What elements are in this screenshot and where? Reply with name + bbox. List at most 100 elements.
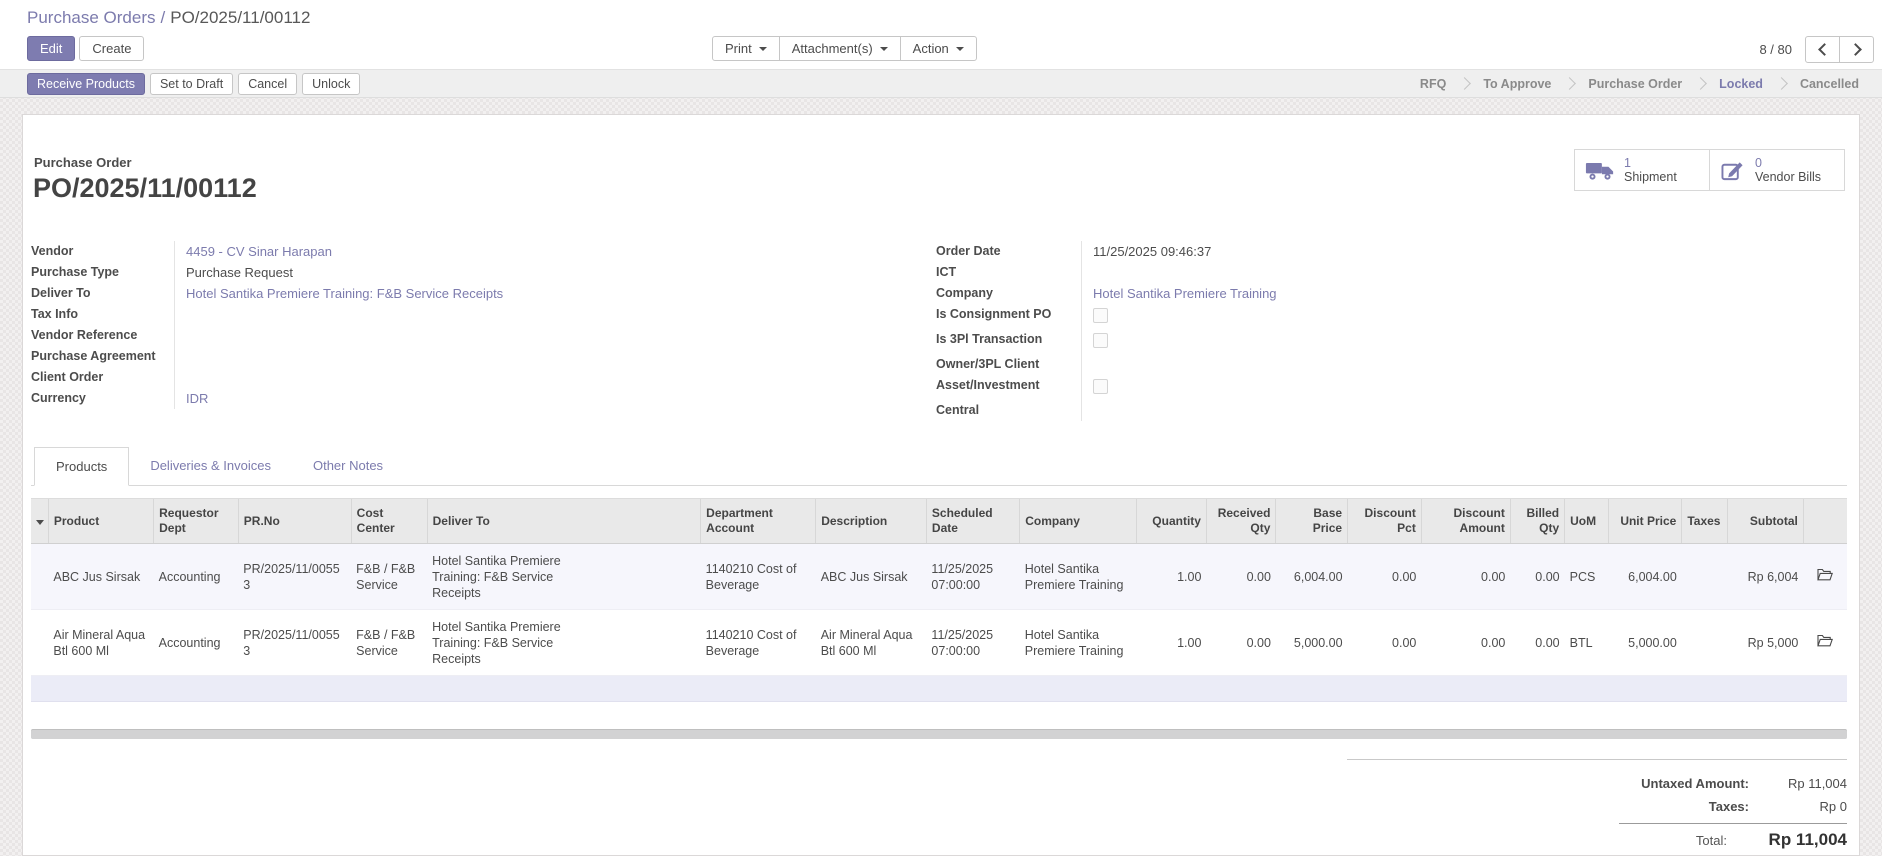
column-header-description[interactable]: Description [816, 499, 927, 544]
empty-row[interactable] [31, 676, 1847, 702]
field-purchase-type: Purchase TypePurchase Request [31, 262, 936, 283]
notebook-tabs: ProductsDeliveries & InvoicesOther Notes [31, 447, 1847, 486]
column-header-taxes[interactable]: Taxes [1682, 499, 1728, 544]
column-toggle-header[interactable] [31, 499, 48, 544]
column-header-subtotal[interactable]: Subtotal [1727, 499, 1803, 544]
vendor-bills-count: 0 [1755, 156, 1762, 170]
cell-base_price: 5,000.00 [1276, 610, 1348, 676]
column-header-scheduled_date[interactable]: Scheduled Date [926, 499, 1019, 544]
attachments-menu-button[interactable]: Attachment(s) [779, 36, 901, 61]
field-central: Central [936, 400, 1847, 421]
caret-down-icon [36, 520, 44, 525]
taxes-value: Rp 0 [1749, 799, 1847, 814]
order-lines-table: ProductRequestor DeptPR.NoCost CenterDel… [31, 498, 1847, 702]
column-header-company[interactable]: Company [1020, 499, 1137, 544]
cell-company: Hotel Santika Premiere Training [1020, 610, 1137, 676]
cell-discount_amount: 0.00 [1421, 544, 1510, 610]
field-deliver-to-label: Deliver To [31, 283, 174, 304]
cell-description: Air Mineral Aqua Btl 600 Ml [816, 610, 927, 676]
field-client-order-label: Client Order [31, 367, 174, 388]
taxes-row: Taxes: Rp 0 [1347, 795, 1847, 818]
action-menu-button[interactable]: Action [900, 36, 977, 61]
field-tax-info-value [174, 304, 936, 325]
create-button[interactable]: Create [79, 36, 144, 61]
cell-company: Hotel Santika Premiere Training [1020, 544, 1137, 610]
asset-investment-checkbox[interactable] [1093, 379, 1108, 394]
total-separator [1619, 823, 1847, 824]
column-header-product[interactable]: Product [48, 499, 153, 544]
field-is-consignment-po-value [1081, 304, 1847, 329]
column-header-base_price[interactable]: Base Price [1276, 499, 1348, 544]
field-purchase-type-value: Purchase Request [174, 262, 936, 283]
field-asset-investment-label: Asset/Investment [936, 375, 1081, 400]
breadcrumb-separator: / [156, 8, 171, 27]
field-central-value [1081, 400, 1847, 421]
open-folder-icon[interactable] [1817, 568, 1833, 585]
column-header-discount_amount[interactable]: Discount Amount [1421, 499, 1510, 544]
open-folder-icon[interactable] [1817, 634, 1833, 651]
table-row[interactable]: ABC Jus SirsakAccountingPR/2025/11/00553… [31, 544, 1847, 610]
field-asset-investment: Asset/Investment [936, 375, 1847, 400]
chevron-right-icon [1849, 43, 1862, 56]
unlock-button[interactable]: Unlock [302, 73, 360, 95]
cell-product: ABC Jus Sirsak [48, 544, 153, 610]
cell-requestor_dept: Accounting [154, 544, 239, 610]
status-locked: Locked [1706, 77, 1776, 91]
tab-deliveries-invoices[interactable]: Deliveries & Invoices [129, 447, 292, 485]
print-menu-button[interactable]: Print [712, 36, 780, 61]
cell-billed_qty: 0.00 [1510, 544, 1564, 610]
column-header-billed_qty[interactable]: Billed Qty [1510, 499, 1564, 544]
column-header-uom[interactable]: UoM [1565, 499, 1608, 544]
column-header-discount_pct[interactable]: Discount Pct [1348, 499, 1422, 544]
is-consignment-po-checkbox[interactable] [1093, 308, 1108, 323]
vendor-bills-button[interactable]: 0Vendor Bills [1709, 149, 1845, 191]
receive-products-button[interactable]: Receive Products [27, 73, 145, 95]
field-owner-3pl-client: Owner/3PL Client [936, 354, 1847, 375]
column-header-cost_center[interactable]: Cost Center [351, 499, 427, 544]
cell-deliver_to: Hotel Santika Premiere Training: F&B Ser… [427, 610, 701, 676]
field-purchase-type-label: Purchase Type [31, 262, 174, 283]
pager-next-button[interactable] [1839, 36, 1874, 63]
truck-icon [1585, 159, 1615, 182]
field-vendor-reference-label: Vendor Reference [31, 325, 174, 346]
shipment-count: 1 [1624, 156, 1631, 170]
cell-quantity: 1.00 [1137, 544, 1206, 610]
field-currency: CurrencyIDR [31, 388, 936, 409]
cell-product: Air Mineral Aqua Btl 600 Ml [48, 610, 153, 676]
table-row[interactable]: Air Mineral Aqua Btl 600 MlAccountingPR/… [31, 610, 1847, 676]
pager-previous-button[interactable] [1805, 36, 1840, 63]
is-3pl-transaction-checkbox[interactable] [1093, 333, 1108, 348]
cell-billed_qty: 0.00 [1510, 610, 1564, 676]
column-header-department_account[interactable]: Department Account [701, 499, 816, 544]
cell-pr_no: PR/2025/11/00553 [238, 610, 351, 676]
set-to-draft-button[interactable]: Set to Draft [150, 73, 233, 95]
edit-button[interactable]: Edit [27, 36, 75, 61]
tab-products[interactable]: Products [34, 447, 129, 486]
cell-taxes [1682, 610, 1728, 676]
column-header-pr_no[interactable]: PR.No [238, 499, 351, 544]
tab-other-notes[interactable]: Other Notes [292, 447, 404, 485]
column-header-received_qty[interactable]: Received Qty [1206, 499, 1275, 544]
cell-cost_center: F&B / F&B Service [351, 610, 427, 676]
cancel-button[interactable]: Cancel [238, 73, 297, 95]
field-vendor: Vendor4459 - CV Sinar Harapan [31, 241, 936, 262]
untaxed-amount-value: Rp 11,004 [1749, 776, 1847, 791]
field-client-order-value [174, 367, 936, 388]
field-client-order: Client Order [31, 367, 936, 388]
chevron-left-icon [1818, 43, 1831, 56]
form-sheet: 1Shipment0Vendor Bills Purchase Order PO… [22, 114, 1860, 856]
field-is-3pl-transaction: Is 3Pl Transaction [936, 329, 1847, 354]
horizontal-scrollbar-thumb[interactable] [31, 729, 1847, 739]
shipment-button[interactable]: 1Shipment [1574, 149, 1710, 191]
column-header-open[interactable] [1803, 499, 1847, 544]
caret-down-icon [759, 47, 767, 51]
column-header-deliver_to[interactable]: Deliver To [427, 499, 701, 544]
cell-received_qty: 0.00 [1206, 610, 1275, 676]
column-header-unit_price[interactable]: Unit Price [1608, 499, 1682, 544]
breadcrumb-purchase-orders[interactable]: Purchase Orders [27, 8, 156, 27]
untaxed-amount-row: Untaxed Amount: Rp 11,004 [1347, 772, 1847, 795]
column-header-quantity[interactable]: Quantity [1137, 499, 1206, 544]
taxes-label: Taxes: [1709, 799, 1749, 814]
caret-down-icon [880, 47, 888, 51]
column-header-requestor_dept[interactable]: Requestor Dept [154, 499, 239, 544]
